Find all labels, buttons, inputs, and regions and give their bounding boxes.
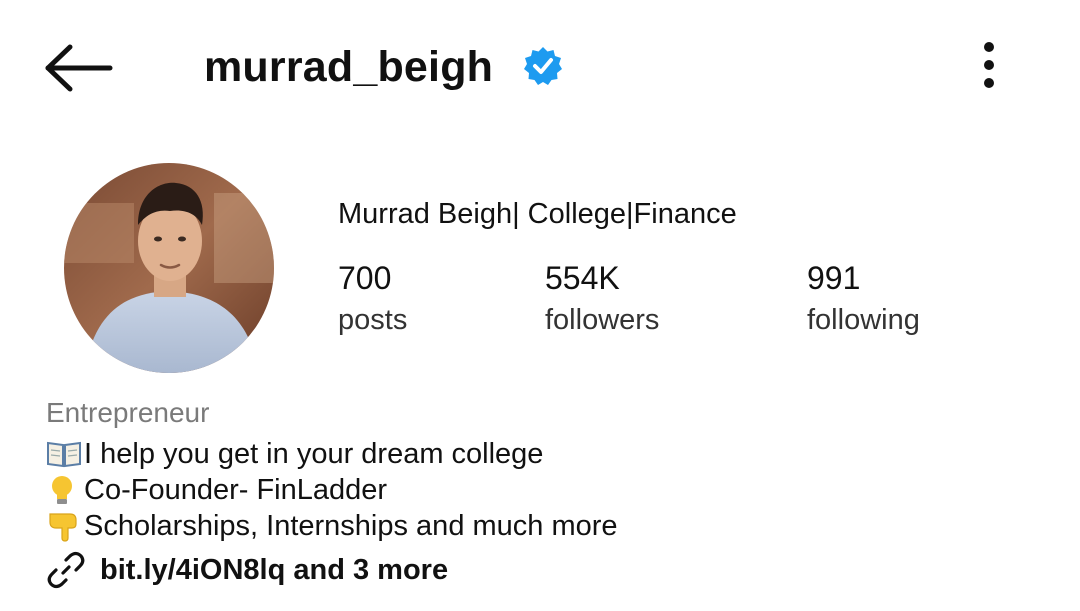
followers-label: followers [545, 304, 660, 336]
pointing-down-icon [49, 513, 77, 542]
profile-header: murrad_beigh [0, 0, 1080, 130]
posts-label: posts [338, 304, 408, 336]
profile-display-name: Murrad Beigh| College|Finance [338, 198, 737, 230]
more-vertical-icon [984, 42, 994, 88]
following-label: following [807, 304, 920, 336]
posts-value: 700 [338, 260, 392, 296]
bio-line: Co-Founder- FinLadder [46, 472, 618, 508]
posts-count[interactable]: 700 posts [338, 258, 407, 342]
verified-badge-icon [524, 47, 562, 85]
bio-line: I help you get in your dream college [46, 436, 618, 472]
arrow-left-icon [45, 44, 113, 92]
followers-count[interactable]: 554K followers [545, 258, 659, 342]
followers-value: 554K [545, 260, 620, 296]
profile-avatar[interactable] [64, 163, 274, 373]
profile-username: murrad_beigh [204, 43, 494, 91]
link-icon [47, 551, 85, 589]
bio-link[interactable]: bit.ly/4iON8lq and 3 more [46, 550, 448, 590]
book-icon [47, 441, 81, 468]
back-button[interactable] [40, 40, 116, 96]
profile-bio: I help you get in your dream college Co-… [46, 436, 618, 544]
profile-photo [64, 163, 274, 373]
following-count[interactable]: 991 following [807, 258, 920, 342]
more-options-button[interactable] [966, 36, 1012, 100]
bio-line: Scholarships, Internships and much more [46, 508, 618, 544]
lightbulb-icon [52, 476, 72, 504]
bio-line-text: Scholarships, Internships and much more [84, 510, 618, 542]
profile-category: Entrepreneur [46, 397, 210, 428]
bio-line-text: I help you get in your dream college [84, 438, 544, 470]
bio-link-text[interactable]: bit.ly/4iON8lq and 3 more [100, 550, 448, 590]
following-value: 991 [807, 260, 861, 296]
bio-line-text: Co-Founder- FinLadder [84, 474, 388, 506]
